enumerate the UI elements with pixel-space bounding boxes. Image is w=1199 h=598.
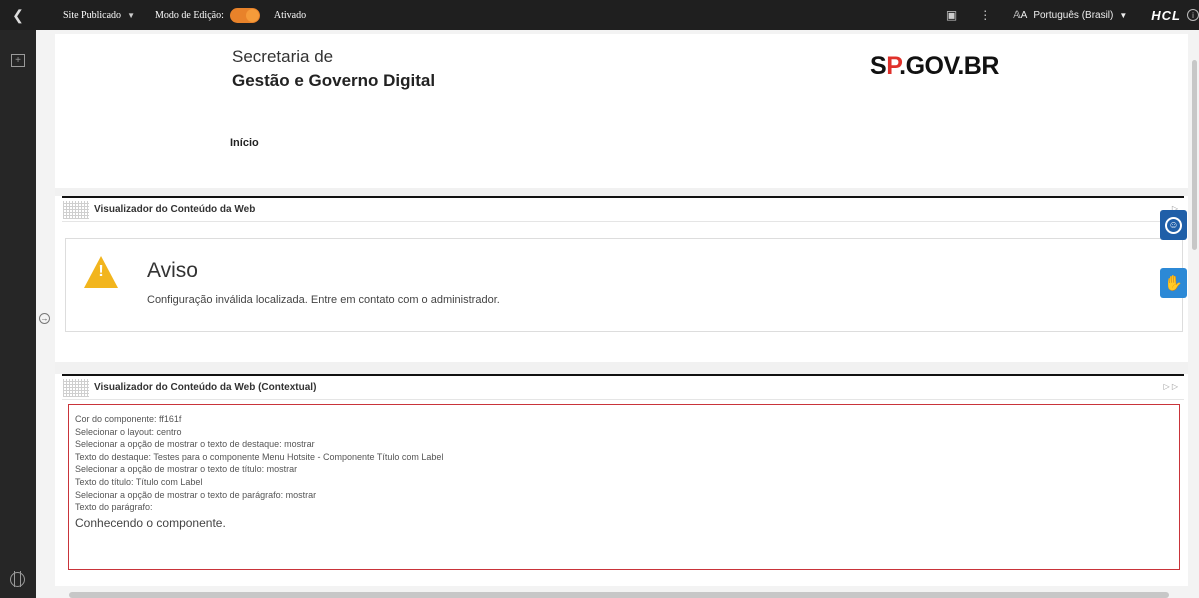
sp-gov-logo[interactable]: SP.GOV.BR xyxy=(870,52,999,81)
edit-mode-toggle[interactable] xyxy=(229,7,260,23)
configuration-box: Cor do componente: ff161f Selecionar o l… xyxy=(68,404,1180,570)
caret-down-icon: ▼ xyxy=(127,10,135,20)
warning-title: Aviso xyxy=(147,259,198,282)
section-divider xyxy=(55,188,1188,196)
horizontal-scrollbar[interactable] xyxy=(69,592,1169,598)
config-line: Selecionar a opção de mostrar o texto de… xyxy=(75,489,317,500)
page-canvas: Secretaria de Gestão e Governo Digital S… xyxy=(55,34,1188,598)
exclamation-icon: ! xyxy=(98,263,104,280)
warning-box: ! Aviso Configuração inválida localizada… xyxy=(65,238,1183,332)
warning-message: Configuração inválida localizada. Entre … xyxy=(147,294,500,306)
logo-letter-p: P xyxy=(886,52,900,80)
edit-mode-label: Modo de Edição: xyxy=(154,9,224,21)
toggle-knob xyxy=(245,8,259,22)
portlet-title-bar: Visualizador do Conteúdo da Web (Context… xyxy=(62,374,1184,400)
portlet-title-bar: Visualizador do Conteúdo da Web ▷ xyxy=(62,196,1184,222)
edit-mode-state: Ativado xyxy=(273,9,307,21)
sign-language-button[interactable]: ✋ xyxy=(1160,268,1187,298)
secretaria-line2: Gestão e Governo Digital xyxy=(232,71,436,90)
secretaria-line1: Secretaria de xyxy=(232,47,334,66)
site-published-label: Site Publicado xyxy=(63,9,122,21)
portlet-title: Visualizador do Conteúdo da Web (Context… xyxy=(94,382,317,393)
drag-handle[interactable] xyxy=(63,378,89,397)
paragraph-text: Conhecendo o componente. xyxy=(75,515,226,530)
info-icon[interactable]: i xyxy=(1187,9,1199,21)
language-label: Português (Brasil) xyxy=(1033,9,1114,21)
chevron-left-icon: ❮ xyxy=(12,6,24,23)
config-line: Selecionar a opção de mostrar o texto de… xyxy=(75,464,298,475)
config-line: Selecionar a opção de mostrar o texto de… xyxy=(75,439,315,450)
web-content-viewer-portlet: Visualizador do Conteúdo da Web ▷ ! Avis… xyxy=(55,196,1188,362)
vertical-scrollbar[interactable] xyxy=(1189,40,1199,588)
hcl-logo: HCL xyxy=(1151,7,1181,23)
contextual-web-content-viewer-portlet: Visualizador do Conteúdo da Web (Context… xyxy=(55,374,1188,586)
globe-icon[interactable] xyxy=(10,571,25,587)
section-divider xyxy=(55,362,1188,374)
site-published-dropdown[interactable]: Site Publicado ▼ xyxy=(63,10,135,21)
translate-icon: 𝔸A xyxy=(1013,9,1028,21)
drag-handle[interactable] xyxy=(63,200,89,219)
hand-icon: ✋ xyxy=(1164,275,1183,292)
portlet-title: Visualizador do Conteúdo da Web xyxy=(94,204,256,215)
accessibility-icon: ☺ xyxy=(1165,216,1182,234)
edit-mode-control: Modo de Edição: Ativado xyxy=(154,7,307,23)
panel-icon[interactable]: ▣ xyxy=(946,8,957,22)
logo-letter-s: S xyxy=(870,52,887,80)
config-line: Texto do destaque: Testes para o compone… xyxy=(75,451,444,462)
expand-panel-icon[interactable]: → xyxy=(39,313,50,324)
config-line: Cor do componente: ff161f xyxy=(75,414,182,424)
add-page-icon[interactable]: + xyxy=(11,54,25,67)
config-line: Selecionar o layout: centro xyxy=(75,426,182,437)
site-header: Secretaria de Gestão e Governo Digital S… xyxy=(55,34,1188,188)
logo-suffix: .GOV.BR xyxy=(899,52,999,80)
accessibility-button[interactable]: ☺ xyxy=(1160,210,1187,240)
scroll-thumb[interactable] xyxy=(1192,60,1197,250)
config-line: Texto do título: Título com Label xyxy=(75,476,203,487)
left-rail: + xyxy=(0,30,36,598)
toolbar-right: ▣ ⋮ 𝔸A Português (Brasil) ▼ HCL i xyxy=(946,0,1199,30)
nav-inicio-link[interactable]: Início xyxy=(230,137,259,149)
logo-prefix: SP xyxy=(870,52,900,80)
content-area: → Secretaria de Gestão e Governo Digital… xyxy=(36,30,1199,598)
more-options-icon[interactable]: ⋮ xyxy=(979,8,991,22)
portlet-menu-icon[interactable]: ▷ ▷ xyxy=(1163,382,1178,391)
language-selector[interactable]: 𝔸A Português (Brasil) ▼ xyxy=(1013,10,1127,21)
caret-down-icon: ▼ xyxy=(1119,10,1128,20)
config-line: Texto do parágrafo: xyxy=(75,502,153,513)
back-button[interactable]: ❮ xyxy=(0,0,36,30)
top-toolbar: ❮ Site Publicado ▼ Modo de Edição: Ativa… xyxy=(0,0,1199,30)
